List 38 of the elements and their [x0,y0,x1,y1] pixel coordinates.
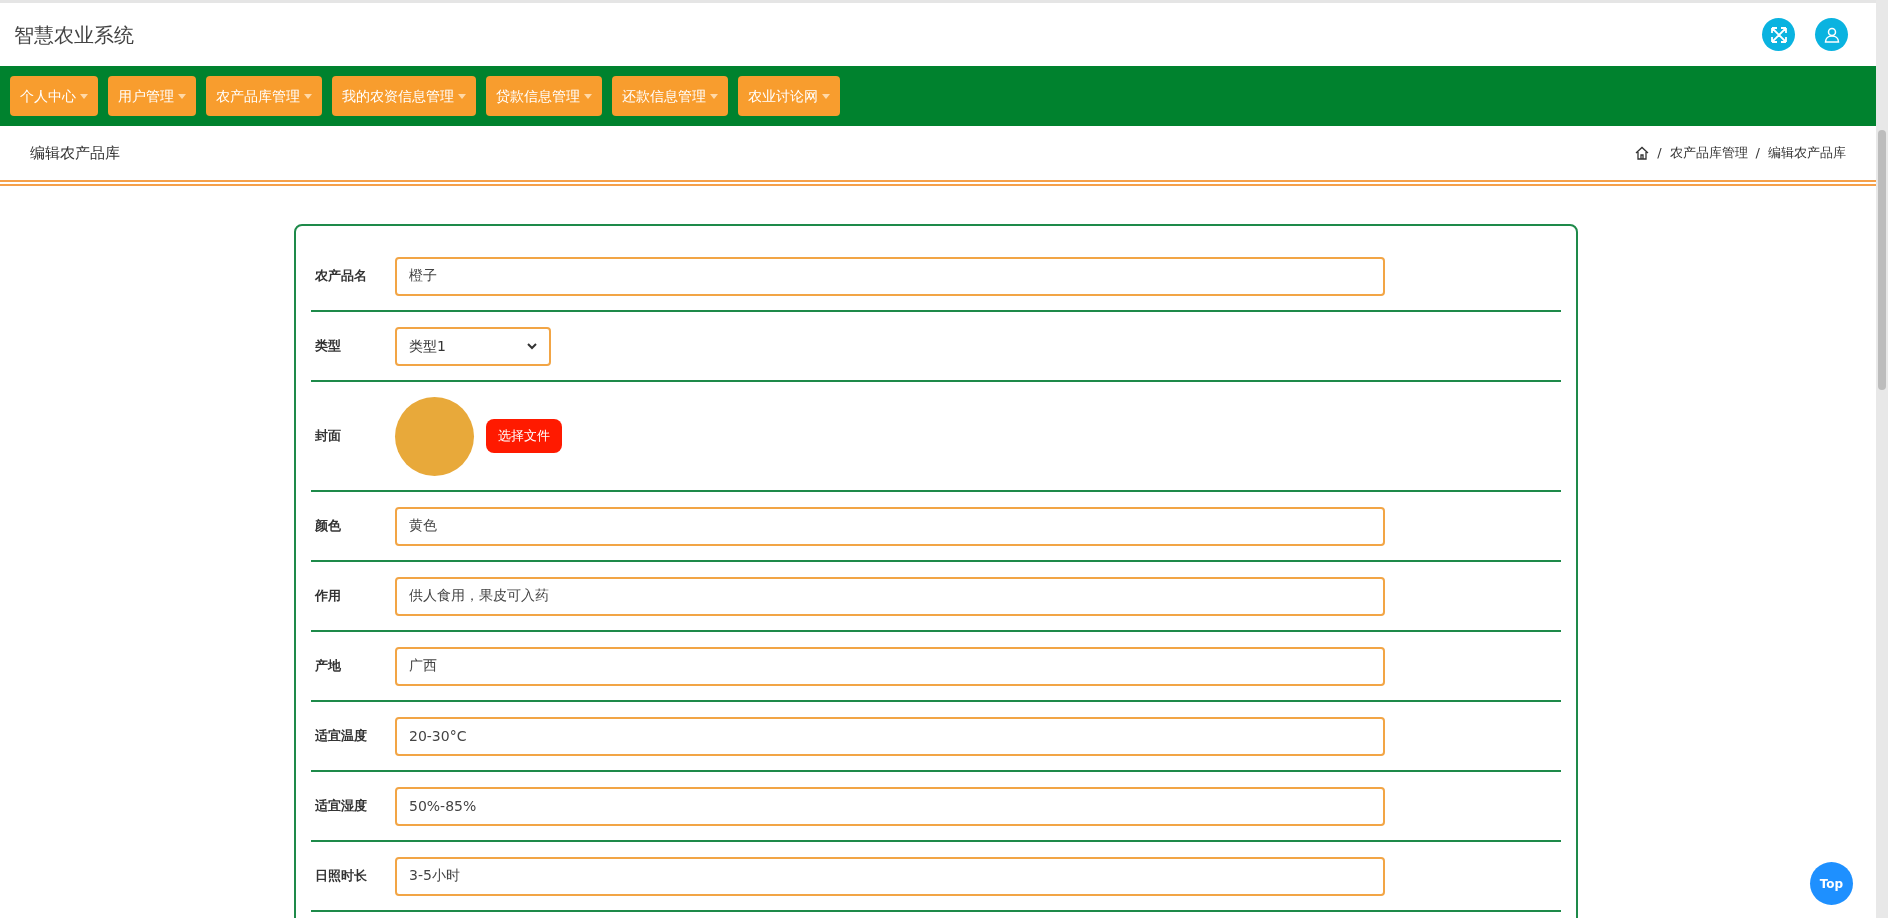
text-field[interactable]: 广西 [395,646,1385,686]
breadcrumb-separator: / [1755,144,1760,163]
field-label: 产地 [314,657,342,676]
caret-icon [710,93,718,99]
user-button[interactable] [1815,18,1848,51]
page-title: 编辑农产品库 [30,142,120,164]
choose-file-button[interactable]: 选择文件 [486,419,562,453]
text-field[interactable]: 20-30°C [395,716,1385,756]
breadcrumb-item: 编辑农产品库 [1768,144,1846,163]
text-field[interactable]: 50%-85% [395,786,1385,826]
caret-icon [304,93,312,99]
app-title: 智慧农业系统 [14,21,134,49]
user-icon [1823,26,1840,43]
field-label: 适宜湿度 [314,797,368,816]
chevron-down-icon [527,342,537,350]
scrollbar[interactable] [1876,0,1888,918]
field-label: 类型 [314,337,342,356]
text-field[interactable]: 供人食用，果皮可入药 [395,576,1385,616]
caret-icon [822,93,830,99]
expand-icon [1769,25,1788,44]
caret-icon [80,93,88,99]
field-label: 适宜温度 [314,727,368,746]
breadcrumb-item[interactable]: 农产品库管理 [1669,143,1748,163]
text-field[interactable]: 黄色 [395,506,1385,546]
caret-icon [584,93,592,99]
field-label: 颜色 [314,517,342,536]
field-label: 日照时长 [314,867,368,886]
field-label: 农产品名 [314,267,368,286]
fullscreen-button[interactable] [1762,18,1795,51]
home-icon[interactable] [1635,146,1650,160]
field-label: 封面 [314,427,342,446]
type-select[interactable]: 类型1 [395,326,551,366]
caret-icon [178,93,186,99]
caret-icon [458,93,466,99]
breadcrumb-separator: / [1657,144,1662,163]
text-field[interactable]: 橙子 [395,256,1385,296]
text-field[interactable]: 3-5小时 [395,856,1385,896]
field-label: 作用 [313,587,342,606]
